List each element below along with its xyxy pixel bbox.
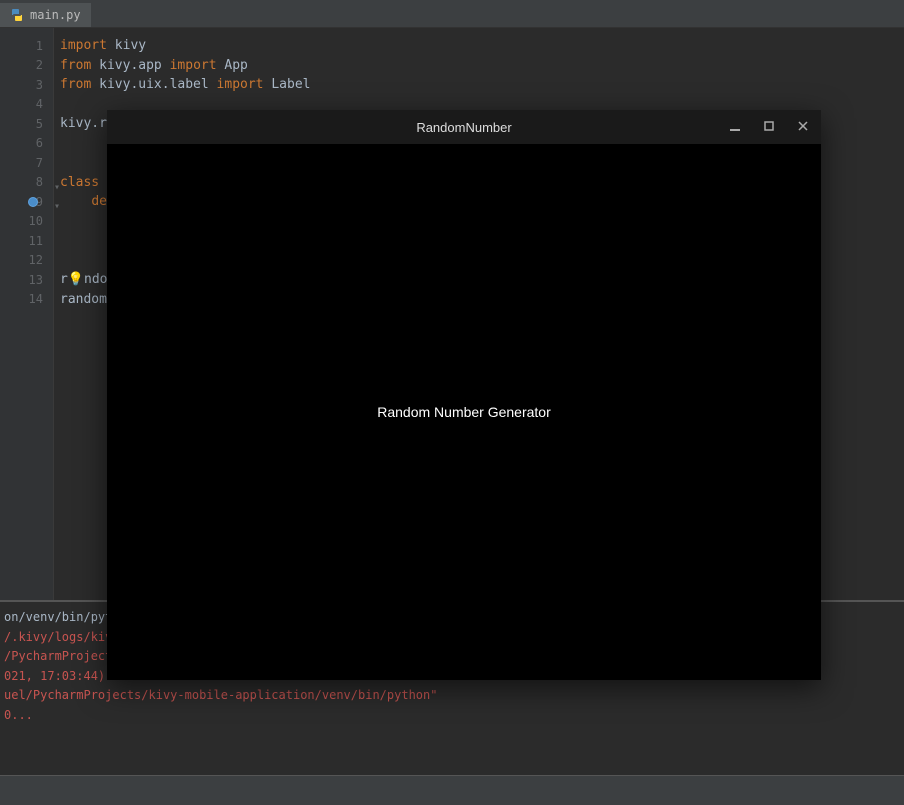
line-number: 3 <box>36 78 43 92</box>
minimize-button[interactable] <box>727 120 743 135</box>
gutter-row[interactable]: 11 <box>0 231 53 251</box>
code-token: kivy <box>115 38 146 53</box>
line-number: 4 <box>36 97 43 111</box>
gutter-row[interactable]: 12 <box>0 251 53 271</box>
gutter-row[interactable]: 4 <box>0 95 53 115</box>
line-number: 6 <box>36 136 43 150</box>
line-number: 11 <box>29 234 43 248</box>
gutter-row[interactable]: 14 <box>0 290 53 310</box>
gutter-row[interactable]: 3 <box>0 75 53 95</box>
code-token: import <box>162 58 225 73</box>
line-number: 8 <box>36 175 43 189</box>
gutter-row[interactable]: 13 <box>0 270 53 290</box>
code-token: kivy.uix.label <box>99 77 209 92</box>
gutter-row[interactable]: 8 <box>0 173 53 193</box>
close-button[interactable] <box>795 120 811 135</box>
tab-filename: main.py <box>30 8 81 22</box>
line-number: 7 <box>36 156 43 170</box>
code-token: import <box>60 38 115 53</box>
line-number: 5 <box>36 117 43 131</box>
code-token: App <box>224 58 247 73</box>
status-bar <box>0 775 904 805</box>
gutter-row[interactable]: 9 <box>0 192 53 212</box>
code-line[interactable]: from kivy.app import App <box>60 56 904 76</box>
code-token: random <box>60 292 107 307</box>
line-number: 14 <box>29 292 43 306</box>
code-token: from <box>60 77 99 92</box>
tab-main-py[interactable]: main.py <box>0 3 91 27</box>
kivy-app-window[interactable]: RandomNumber Random Number Generator <box>107 110 821 680</box>
console-line: 0... <box>4 706 900 726</box>
code-token: kivy.app <box>99 58 162 73</box>
code-token: Label <box>271 77 310 92</box>
code-line[interactable]: import kivy <box>60 36 904 56</box>
code-token <box>60 194 91 209</box>
gutter-row[interactable]: 6 <box>0 134 53 154</box>
app-title: RandomNumber <box>416 120 511 135</box>
line-number: 10 <box>29 214 43 228</box>
code-token: from <box>60 58 99 73</box>
code-line[interactable]: from kivy.uix.label import Label <box>60 75 904 95</box>
maximize-button[interactable] <box>761 120 777 135</box>
code-token: class <box>60 175 107 190</box>
line-number: 12 <box>29 253 43 267</box>
gutter-row[interactable]: 10 <box>0 212 53 232</box>
console-line: uel/PycharmProjects/kivy-mobile-applicat… <box>4 686 900 706</box>
code-token: import <box>209 77 272 92</box>
line-number: 1 <box>36 39 43 53</box>
breakpoint-marker[interactable] <box>28 197 38 207</box>
lightbulb-icon[interactable]: 💡 <box>68 272 84 287</box>
gutter-row[interactable]: 7 <box>0 153 53 173</box>
tab-bar: main.py <box>0 0 904 28</box>
code-token: r <box>60 272 68 287</box>
line-number: 13 <box>29 273 43 287</box>
gutter-row[interactable]: 5 <box>0 114 53 134</box>
app-body: Random Number Generator <box>107 144 821 680</box>
app-titlebar[interactable]: RandomNumber <box>107 110 821 144</box>
line-number: 2 <box>36 58 43 72</box>
gutter: 1234567891011121314 <box>0 28 54 600</box>
gutter-row[interactable]: 1 <box>0 36 53 56</box>
python-file-icon <box>10 8 24 22</box>
app-label: Random Number Generator <box>377 404 551 420</box>
window-controls <box>727 120 811 135</box>
gutter-row[interactable]: 2 <box>0 56 53 76</box>
